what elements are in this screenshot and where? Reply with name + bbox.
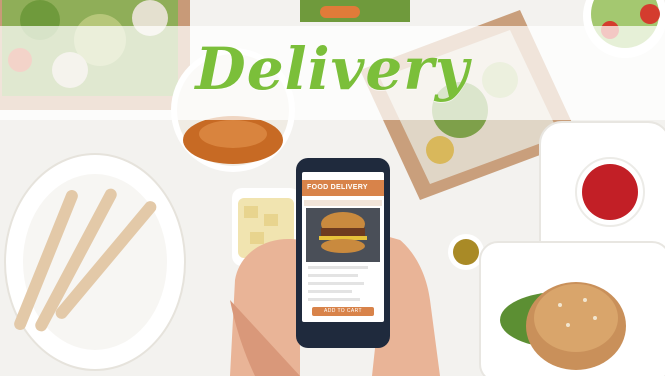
plate-with-cutlery bbox=[4, 153, 186, 371]
delivery-photo: Delivery FOOD DELIVERY ADD TO CART bbox=[0, 0, 665, 376]
sauce-cup bbox=[448, 234, 484, 270]
vegetables-top bbox=[300, 0, 410, 22]
headline-title: Delivery bbox=[195, 35, 470, 103]
phone-cart-label: ADD TO CART bbox=[323, 308, 363, 314]
burger-box bbox=[479, 241, 665, 376]
phone-app-title: FOOD DELIVERY bbox=[307, 184, 368, 191]
